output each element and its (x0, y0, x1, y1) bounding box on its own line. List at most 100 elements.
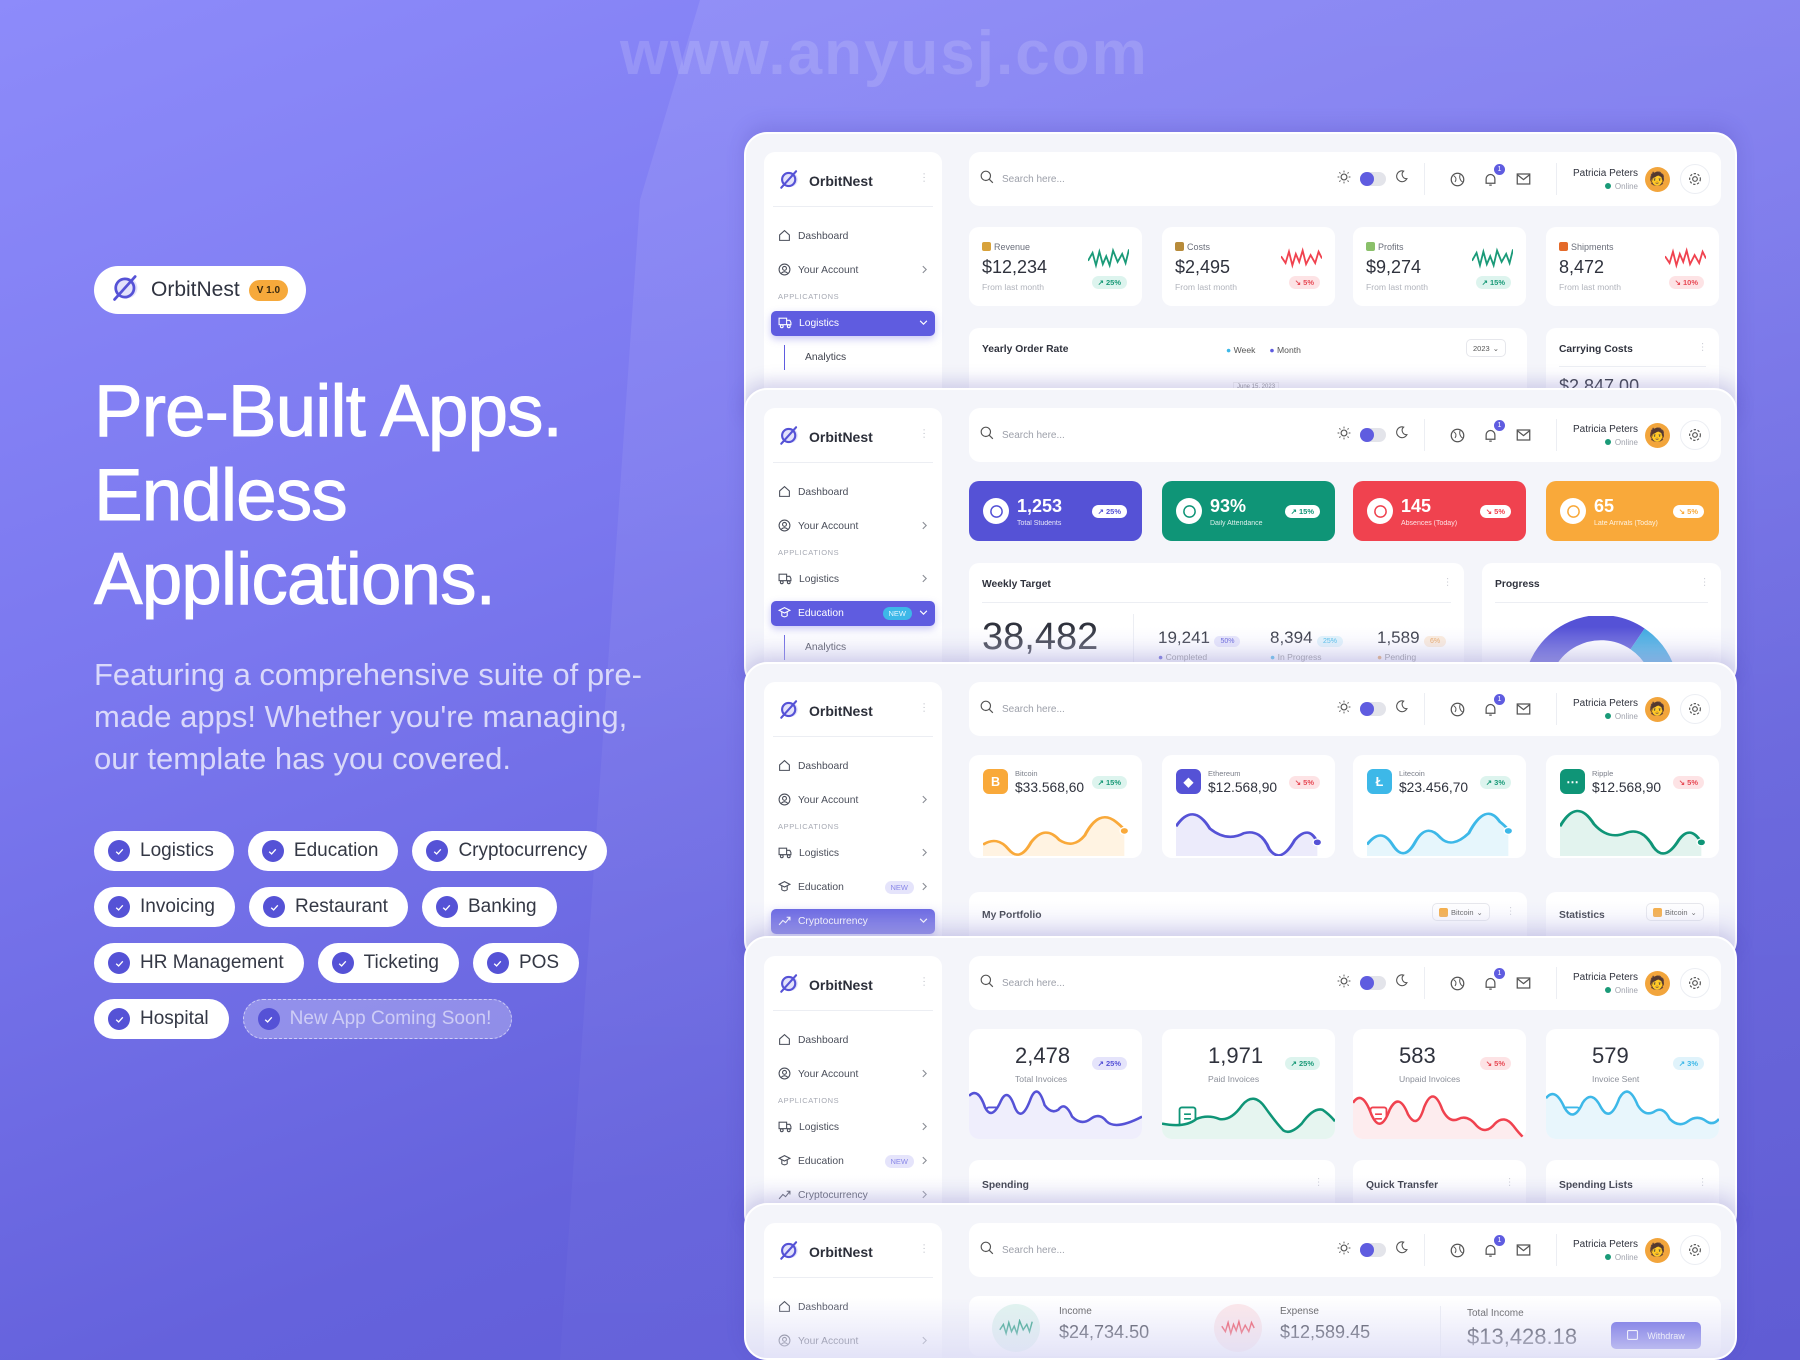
sidebar-item-cryptocurrency[interactable]: Cryptocurrency (771, 909, 935, 934)
headline-line: Pre-Built Apps. (94, 371, 564, 453)
app-chip: POS (472, 943, 580, 983)
search-input[interactable]: Search here... (1002, 704, 1337, 715)
user-info[interactable]: Patricia Peters Online (1573, 698, 1638, 721)
language-globe-icon[interactable] (1450, 172, 1465, 187)
more-options-icon[interactable]: ··· (1699, 577, 1710, 587)
more-options-icon[interactable]: ··· (918, 172, 930, 183)
sun-icon[interactable] (1337, 700, 1351, 719)
more-options-icon[interactable]: ··· (918, 1243, 930, 1254)
mail-icon[interactable] (1516, 428, 1531, 442)
sidebar-item-logistics[interactable]: Logistics (771, 567, 935, 592)
theme-toggle[interactable] (1359, 428, 1386, 442)
language-globe-icon[interactable] (1450, 976, 1465, 991)
sidebar-logo[interactable]: OrbitNest (778, 972, 873, 998)
legend-week[interactable]: ● Week (1226, 345, 1255, 355)
theme-toggle[interactable] (1359, 976, 1386, 990)
year-select[interactable]: 2023 ⌄ (1466, 339, 1506, 357)
theme-toggle[interactable] (1359, 172, 1386, 186)
settings-gear-icon[interactable] (1680, 164, 1710, 194)
search-input[interactable]: Search here... (1002, 1245, 1337, 1256)
sun-icon[interactable] (1337, 1241, 1351, 1260)
mail-icon[interactable] (1516, 172, 1531, 186)
sidebar-logo[interactable]: OrbitNest (778, 168, 873, 194)
notification-bell-icon[interactable]: 1 (1483, 1234, 1505, 1258)
more-options-icon[interactable]: ··· (1697, 342, 1708, 352)
more-options-icon[interactable]: ··· (1504, 1177, 1515, 1187)
moon-icon[interactable] (1395, 974, 1408, 992)
user-info[interactable]: Patricia Peters Online (1573, 168, 1638, 191)
language-globe-icon[interactable] (1450, 1243, 1465, 1258)
app-chip: Restaurant (249, 887, 408, 927)
language-globe-icon[interactable] (1450, 428, 1465, 443)
more-options-icon[interactable]: ··· (1442, 577, 1453, 587)
settings-gear-icon[interactable] (1680, 694, 1710, 724)
sidebar-subitem-analytics[interactable]: Analytics (784, 635, 935, 660)
coin-select[interactable]: Bitcoin ⌄ (1432, 903, 1490, 921)
sidebar-item-dashboard[interactable]: Dashboard (771, 1295, 935, 1320)
sidebar-item-dashboard[interactable]: Dashboard (771, 754, 935, 779)
sidebar-logo[interactable]: OrbitNest (778, 698, 873, 724)
notification-bell-icon[interactable]: 1 (1483, 693, 1505, 717)
search-input[interactable]: Search here... (1002, 174, 1337, 185)
sidebar-item-dashboard[interactable]: Dashboard (771, 224, 935, 249)
settings-gear-icon[interactable] (1680, 420, 1710, 450)
stat-label: Costs (1175, 242, 1210, 252)
more-options-icon[interactable]: ··· (1313, 1177, 1324, 1187)
sidebar-item-your-account[interactable]: Your Account (771, 258, 935, 283)
sidebar-logo[interactable]: OrbitNest (778, 424, 873, 450)
notification-bell-icon[interactable]: 1 (1483, 163, 1505, 187)
mail-icon[interactable] (1516, 976, 1531, 990)
sidebar-item-logistics[interactable]: Logistics (771, 1115, 935, 1140)
sun-icon[interactable] (1337, 170, 1351, 189)
sidebar-item-dashboard[interactable]: Dashboard (771, 480, 935, 505)
change-badge: ↗ 15% (1475, 276, 1511, 289)
mail-icon[interactable] (1516, 1243, 1531, 1257)
notification-bell-icon[interactable]: 1 (1483, 419, 1505, 443)
moon-icon[interactable] (1395, 700, 1408, 718)
sidebar-item-education[interactable]: Education NEW (771, 875, 935, 900)
sidebar-item-your-account[interactable]: Your Account (771, 514, 935, 539)
sidebar-item-education[interactable]: Education NEW (771, 1149, 935, 1174)
sun-icon[interactable] (1337, 426, 1351, 445)
sidebar-item-dashboard[interactable]: Dashboard (771, 1028, 935, 1053)
avatar[interactable]: 🧑 (1645, 166, 1670, 192)
avatar[interactable]: 🧑 (1645, 422, 1670, 448)
moon-icon[interactable] (1395, 426, 1408, 444)
moon-icon[interactable] (1395, 170, 1408, 188)
theme-toggle[interactable] (1359, 702, 1386, 716)
sidebar-logo[interactable]: OrbitNest (778, 1239, 873, 1265)
user-info[interactable]: Patricia Peters Online (1573, 1239, 1638, 1262)
user-info[interactable]: Patricia Peters Online (1573, 424, 1638, 447)
avatar[interactable]: 🧑 (1645, 970, 1670, 996)
more-options-icon[interactable]: ··· (1505, 906, 1516, 916)
sidebar-subitem-analytics[interactable]: Analytics (784, 345, 935, 370)
sidebar-item-logistics[interactable]: Logistics (771, 311, 935, 336)
check-icon (108, 1008, 130, 1030)
coin-select[interactable]: Bitcoin ⌄ (1646, 903, 1704, 921)
avatar[interactable]: 🧑 (1645, 1237, 1670, 1263)
settings-gear-icon[interactable] (1680, 968, 1710, 998)
sidebar-item-logistics[interactable]: Logistics (771, 841, 935, 866)
notification-bell-icon[interactable]: 1 (1483, 967, 1505, 991)
sun-icon[interactable] (1337, 974, 1351, 993)
search-input[interactable]: Search here... (1002, 430, 1337, 441)
avatar[interactable]: 🧑 (1645, 696, 1670, 722)
sidebar-item-education[interactable]: Education NEW (771, 601, 935, 626)
moon-icon[interactable] (1395, 1241, 1408, 1259)
search-input[interactable]: Search here... (1002, 978, 1337, 989)
legend-month[interactable]: ● Month (1269, 345, 1300, 355)
sidebar-item-your-account[interactable]: Your Account (771, 1329, 935, 1354)
settings-gear-icon[interactable] (1680, 1235, 1710, 1265)
more-options-icon[interactable]: ··· (1697, 1177, 1708, 1187)
withdraw-button[interactable]: Withdraw (1611, 1322, 1701, 1349)
language-globe-icon[interactable] (1450, 702, 1465, 717)
mail-icon[interactable] (1516, 702, 1531, 716)
theme-toggle[interactable] (1359, 1243, 1386, 1257)
user-info[interactable]: Patricia Peters Online (1573, 972, 1638, 995)
more-options-icon[interactable]: ··· (918, 976, 930, 987)
sidebar-item-your-account[interactable]: Your Account (771, 1062, 935, 1087)
sidebar-section-label: APPLICATIONS (778, 548, 840, 557)
sidebar-item-your-account[interactable]: Your Account (771, 788, 935, 813)
more-options-icon[interactable]: ··· (918, 702, 930, 713)
more-options-icon[interactable]: ··· (918, 428, 930, 439)
